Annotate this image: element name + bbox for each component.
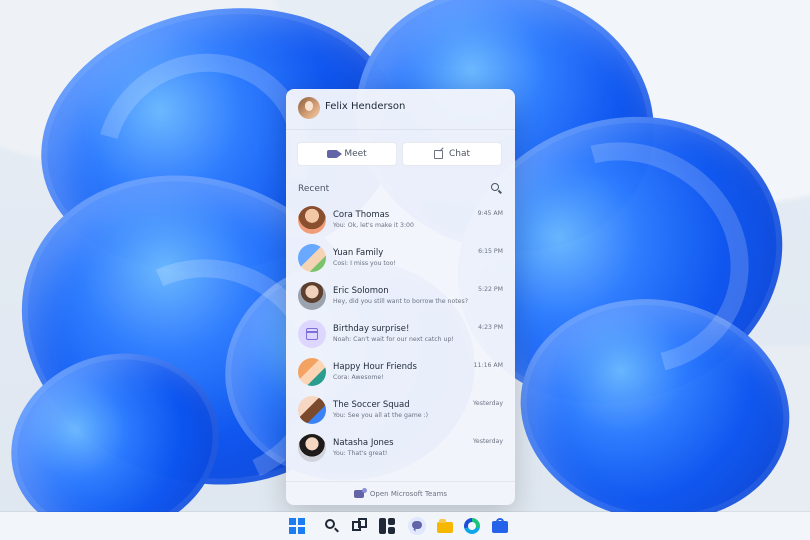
edge-icon[interactable] [464, 518, 480, 534]
teams-icon [353, 488, 367, 498]
chat-name: Eric Solomon [333, 286, 389, 296]
chat-button[interactable]: Chat [402, 142, 502, 166]
chat-item-eric-solomon[interactable]: Eric Solomon Hey, did you still want to … [286, 277, 515, 315]
profile-header: Felix Henderson [286, 89, 515, 130]
meet-button-label: Meet [344, 149, 367, 159]
chat-name: Birthday surprise! [333, 324, 410, 334]
avatar [298, 282, 326, 310]
chat-item-happy-hour-friends[interactable]: Happy Hour Friends Cora: Awesome! 11:16 … [286, 353, 515, 391]
chat-item-cora-thomas[interactable]: Cora Thomas You: Ok, let's make it 3:00 … [286, 201, 515, 239]
chat-preview: Cosi: I miss you too! [333, 260, 396, 267]
calendar-avatar [298, 320, 326, 348]
avatar [298, 206, 326, 234]
chat-time: Yesterday [472, 438, 503, 445]
avatar [298, 434, 326, 462]
taskbar [0, 512, 810, 540]
search-icon[interactable] [491, 183, 499, 191]
chat-time: 9:45 AM [477, 210, 503, 217]
widgets-icon[interactable] [379, 518, 395, 534]
store-icon[interactable] [492, 518, 508, 534]
chat-item-birthday-surprise[interactable]: Birthday surprise! Noah: Can't wait for … [286, 315, 515, 353]
chat-time: 6:15 PM [478, 248, 503, 255]
chat-preview: Cora: Awesome! [333, 374, 384, 381]
calendar-icon [306, 328, 318, 340]
open-teams-link[interactable]: Open Microsoft Teams [286, 481, 515, 505]
chat-preview: You: See you all at the game :) [333, 412, 429, 419]
chat-time: 4:23 PM [478, 324, 503, 331]
profile-avatar [298, 97, 320, 119]
chat-item-yuan-family[interactable]: Yuan Family Cosi: I miss you too! 6:15 P… [286, 239, 515, 277]
chat-name: Yuan Family [333, 248, 384, 258]
chat-preview: You: Ok, let's make it 3:00 [333, 222, 414, 229]
chat-icon[interactable] [408, 517, 426, 535]
chat-item-natasha-jones[interactable]: Natasha Jones You: That's great! Yesterd… [286, 429, 515, 467]
avatar [298, 358, 326, 386]
task-view-icon[interactable] [352, 518, 368, 534]
chat-name: Cora Thomas [333, 210, 390, 220]
chat-button-label: Chat [448, 149, 471, 159]
open-teams-label: Open Microsoft Teams [369, 490, 448, 498]
chat-preview: Hey, did you still want to borrow the no… [333, 298, 468, 305]
folder-icon[interactable] [437, 518, 453, 534]
chat-name: Happy Hour Friends [333, 362, 417, 372]
taskbar-icons [289, 517, 519, 535]
avatar [298, 396, 326, 424]
profile-name: Felix Henderson [325, 101, 406, 112]
chat-name: The Soccer Squad [333, 400, 410, 410]
chat-item-the-soccer-squad[interactable]: The Soccer Squad You: See you all at the… [286, 391, 515, 429]
meet-button[interactable]: Meet [297, 142, 397, 166]
search-icon[interactable] [324, 518, 340, 534]
video-icon [327, 150, 343, 158]
compose-icon [433, 149, 443, 159]
teams-chat-flyout: Felix Henderson Meet Chat Recent Cora Th… [286, 89, 515, 505]
windows-icon[interactable] [289, 518, 305, 534]
chat-name: Natasha Jones [333, 438, 394, 448]
chat-preview: Noah: Can't wait for our next catch up! [333, 336, 454, 343]
avatar [298, 244, 326, 272]
chat-time: 11:16 AM [473, 362, 503, 369]
chat-time: 5:22 PM [478, 286, 503, 293]
chat-preview: You: That's great! [333, 450, 388, 457]
chat-time: Yesterday [472, 400, 503, 407]
recent-label: Recent [298, 184, 330, 194]
